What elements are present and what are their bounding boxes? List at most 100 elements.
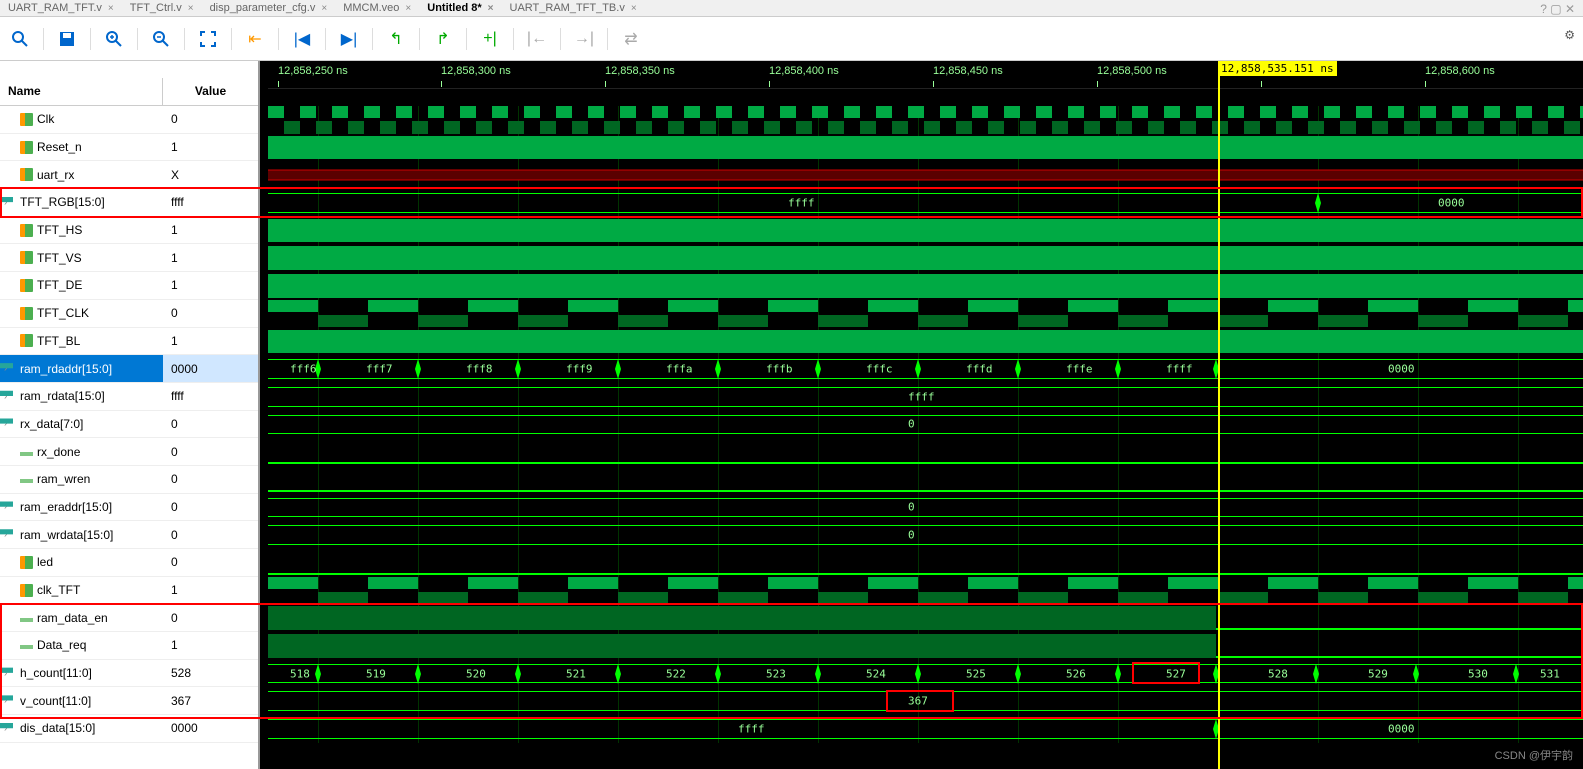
close-icon[interactable]: × — [108, 0, 114, 17]
waveform-lane[interactable] — [268, 217, 1583, 245]
signal-row[interactable]: ›h_count[11:0]528 — [0, 660, 258, 688]
prev-marker-icon[interactable]: |← — [523, 25, 551, 53]
signal-row[interactable]: ram_data_en0 — [0, 604, 258, 632]
signal-row[interactable]: clk_TFT 1 — [0, 577, 258, 605]
search-icon[interactable] — [6, 25, 34, 53]
separator — [513, 28, 514, 50]
signal-row[interactable]: ›ram_wrdata[15:0]0 — [0, 521, 258, 549]
signal-row[interactable]: TFT_VS1 — [0, 244, 258, 272]
zoom-in-icon[interactable] — [100, 25, 128, 53]
signal-name: rx_data[7:0] — [20, 417, 83, 431]
signal-row[interactable]: TFT_DE1 — [0, 272, 258, 300]
value-header[interactable]: Value — [163, 78, 258, 105]
signal-row[interactable]: ›rx_data[7:0]0 — [0, 411, 258, 439]
tab[interactable]: UART_RAM_TFT_TB.v× — [502, 0, 645, 17]
watermark: CSDN @伊宇韵 — [1495, 747, 1573, 763]
waveform-lane[interactable] — [268, 328, 1583, 356]
tab[interactable]: TFT_Ctrl.v× — [122, 0, 202, 17]
waveform-lane[interactable] — [268, 272, 1583, 300]
separator — [231, 28, 232, 50]
separator — [419, 28, 420, 50]
close-icon[interactable]: × — [188, 0, 194, 17]
signal-name: rx_done — [37, 445, 80, 459]
bus-value: 0 — [908, 529, 915, 542]
signal-row[interactable]: TFT_CLK0 — [0, 300, 258, 328]
waveform-area[interactable]: 12,858,535.151 ns 12,858,250 ns12,858,30… — [268, 61, 1583, 769]
waveform-lane[interactable]: ffff0000 — [268, 715, 1583, 743]
waveform-lane[interactable]: fff6fff7fff8fff9fffafffbfffcfffdfffeffff… — [268, 355, 1583, 383]
time-ruler[interactable]: 12,858,250 ns12,858,300 ns12,858,350 ns1… — [268, 61, 1583, 89]
waveform-lane[interactable]: 0 — [268, 494, 1583, 522]
waveform-lane[interactable] — [268, 438, 1583, 466]
bus-value: ffff — [908, 390, 935, 403]
signal-value: 1 — [163, 577, 258, 604]
bus-value: fff8 — [466, 363, 493, 376]
close-icon[interactable]: × — [405, 0, 411, 17]
waveform-lane[interactable]: 5185195205215225235245255265275285295305… — [268, 660, 1583, 688]
bus-value: 528 — [1268, 667, 1288, 680]
waveform-lane[interactable] — [268, 549, 1583, 577]
signal-row[interactable]: ›ram_eraddr[15:0]0 — [0, 494, 258, 522]
name-header[interactable]: Name — [0, 78, 163, 105]
swap-icon[interactable]: ⇄ — [617, 25, 645, 53]
signal-row[interactable]: ›ram_rdaddr[15:0]0000 — [0, 355, 258, 383]
signal-icon — [20, 251, 33, 264]
signal-row[interactable]: Reset_n1 — [0, 134, 258, 162]
signal-row[interactable]: ›dis_data[15:0]0000 — [0, 715, 258, 743]
splitter[interactable] — [260, 61, 268, 769]
cursor-line[interactable] — [1218, 61, 1220, 769]
ruler-tick: 12,858,300 ns — [441, 65, 511, 77]
zoom-out-icon[interactable] — [147, 25, 175, 53]
signal-row[interactable]: ram_wren0 — [0, 466, 258, 494]
zoom-fit-icon[interactable] — [194, 25, 222, 53]
waveform-lane[interactable] — [268, 134, 1583, 162]
signal-row[interactable]: ›ram_rdata[15:0]ffff — [0, 383, 258, 411]
waveform-lane[interactable] — [268, 466, 1583, 494]
next-edge-icon[interactable]: ↱ — [429, 25, 457, 53]
signal-row[interactable]: led0 — [0, 549, 258, 577]
signal-row[interactable]: Data_req1 — [0, 632, 258, 660]
waveform-lane[interactable]: 0 — [268, 521, 1583, 549]
signal-row[interactable]: rx_done0 — [0, 438, 258, 466]
ruler-tick: 12,858,350 ns — [605, 65, 675, 77]
next-marker-icon[interactable]: →| — [570, 25, 598, 53]
waveform-lane[interactable] — [268, 604, 1583, 632]
gear-icon[interactable]: ⚙ — [1564, 28, 1575, 42]
signal-name: clk_TFT — [37, 583, 80, 597]
prev-edge-icon[interactable]: ↰ — [382, 25, 410, 53]
waveform-lane[interactable] — [268, 300, 1583, 328]
save-icon[interactable] — [53, 25, 81, 53]
waveform-lane[interactable] — [268, 106, 1583, 134]
close-icon[interactable]: × — [631, 0, 637, 17]
waveform-lane[interactable] — [268, 244, 1583, 272]
goto-cursor-icon[interactable]: ⇤ — [241, 25, 269, 53]
add-marker-icon[interactable]: +| — [476, 25, 504, 53]
signal-row[interactable]: Clk0 — [0, 106, 258, 134]
window-controls[interactable]: ? ▢ ✕ — [1540, 2, 1575, 16]
ruler-tick: 12,858,250 ns — [278, 65, 348, 77]
signal-row[interactable]: TFT_HS1 — [0, 217, 258, 245]
close-icon[interactable]: × — [488, 0, 494, 17]
signal-value: 528 — [163, 660, 258, 687]
separator — [278, 28, 279, 50]
signal-row[interactable]: ›TFT_RGB[15:0]ffff — [0, 189, 258, 217]
tab[interactable]: disp_parameter_cfg.v× — [202, 0, 336, 17]
waveform-lane[interactable]: 367 — [268, 687, 1583, 715]
waveform-lane[interactable] — [268, 632, 1583, 660]
prev-transition-icon[interactable]: |◀ — [288, 25, 316, 53]
waveform-lane[interactable] — [268, 577, 1583, 605]
signal-row[interactable]: ›v_count[11:0]367 — [0, 687, 258, 715]
signal-value: 0000 — [163, 355, 258, 382]
signal-row[interactable]: TFT_BL1 — [0, 328, 258, 356]
waveform-lane[interactable]: 0 — [268, 411, 1583, 439]
waveform-lane[interactable]: ffff — [268, 383, 1583, 411]
next-transition-icon[interactable]: ▶| — [335, 25, 363, 53]
waveform-lane[interactable]: ffff0000 — [268, 189, 1583, 217]
signal-row[interactable]: uart_rxX — [0, 161, 258, 189]
signal-icon — [20, 645, 33, 649]
waveform-lane[interactable] — [268, 161, 1583, 189]
tab[interactable]: Untitled 8*× — [419, 0, 501, 17]
close-icon[interactable]: × — [321, 0, 327, 17]
tab[interactable]: UART_RAM_TFT.v× — [0, 0, 122, 17]
tab[interactable]: MMCM.veo× — [335, 0, 419, 17]
